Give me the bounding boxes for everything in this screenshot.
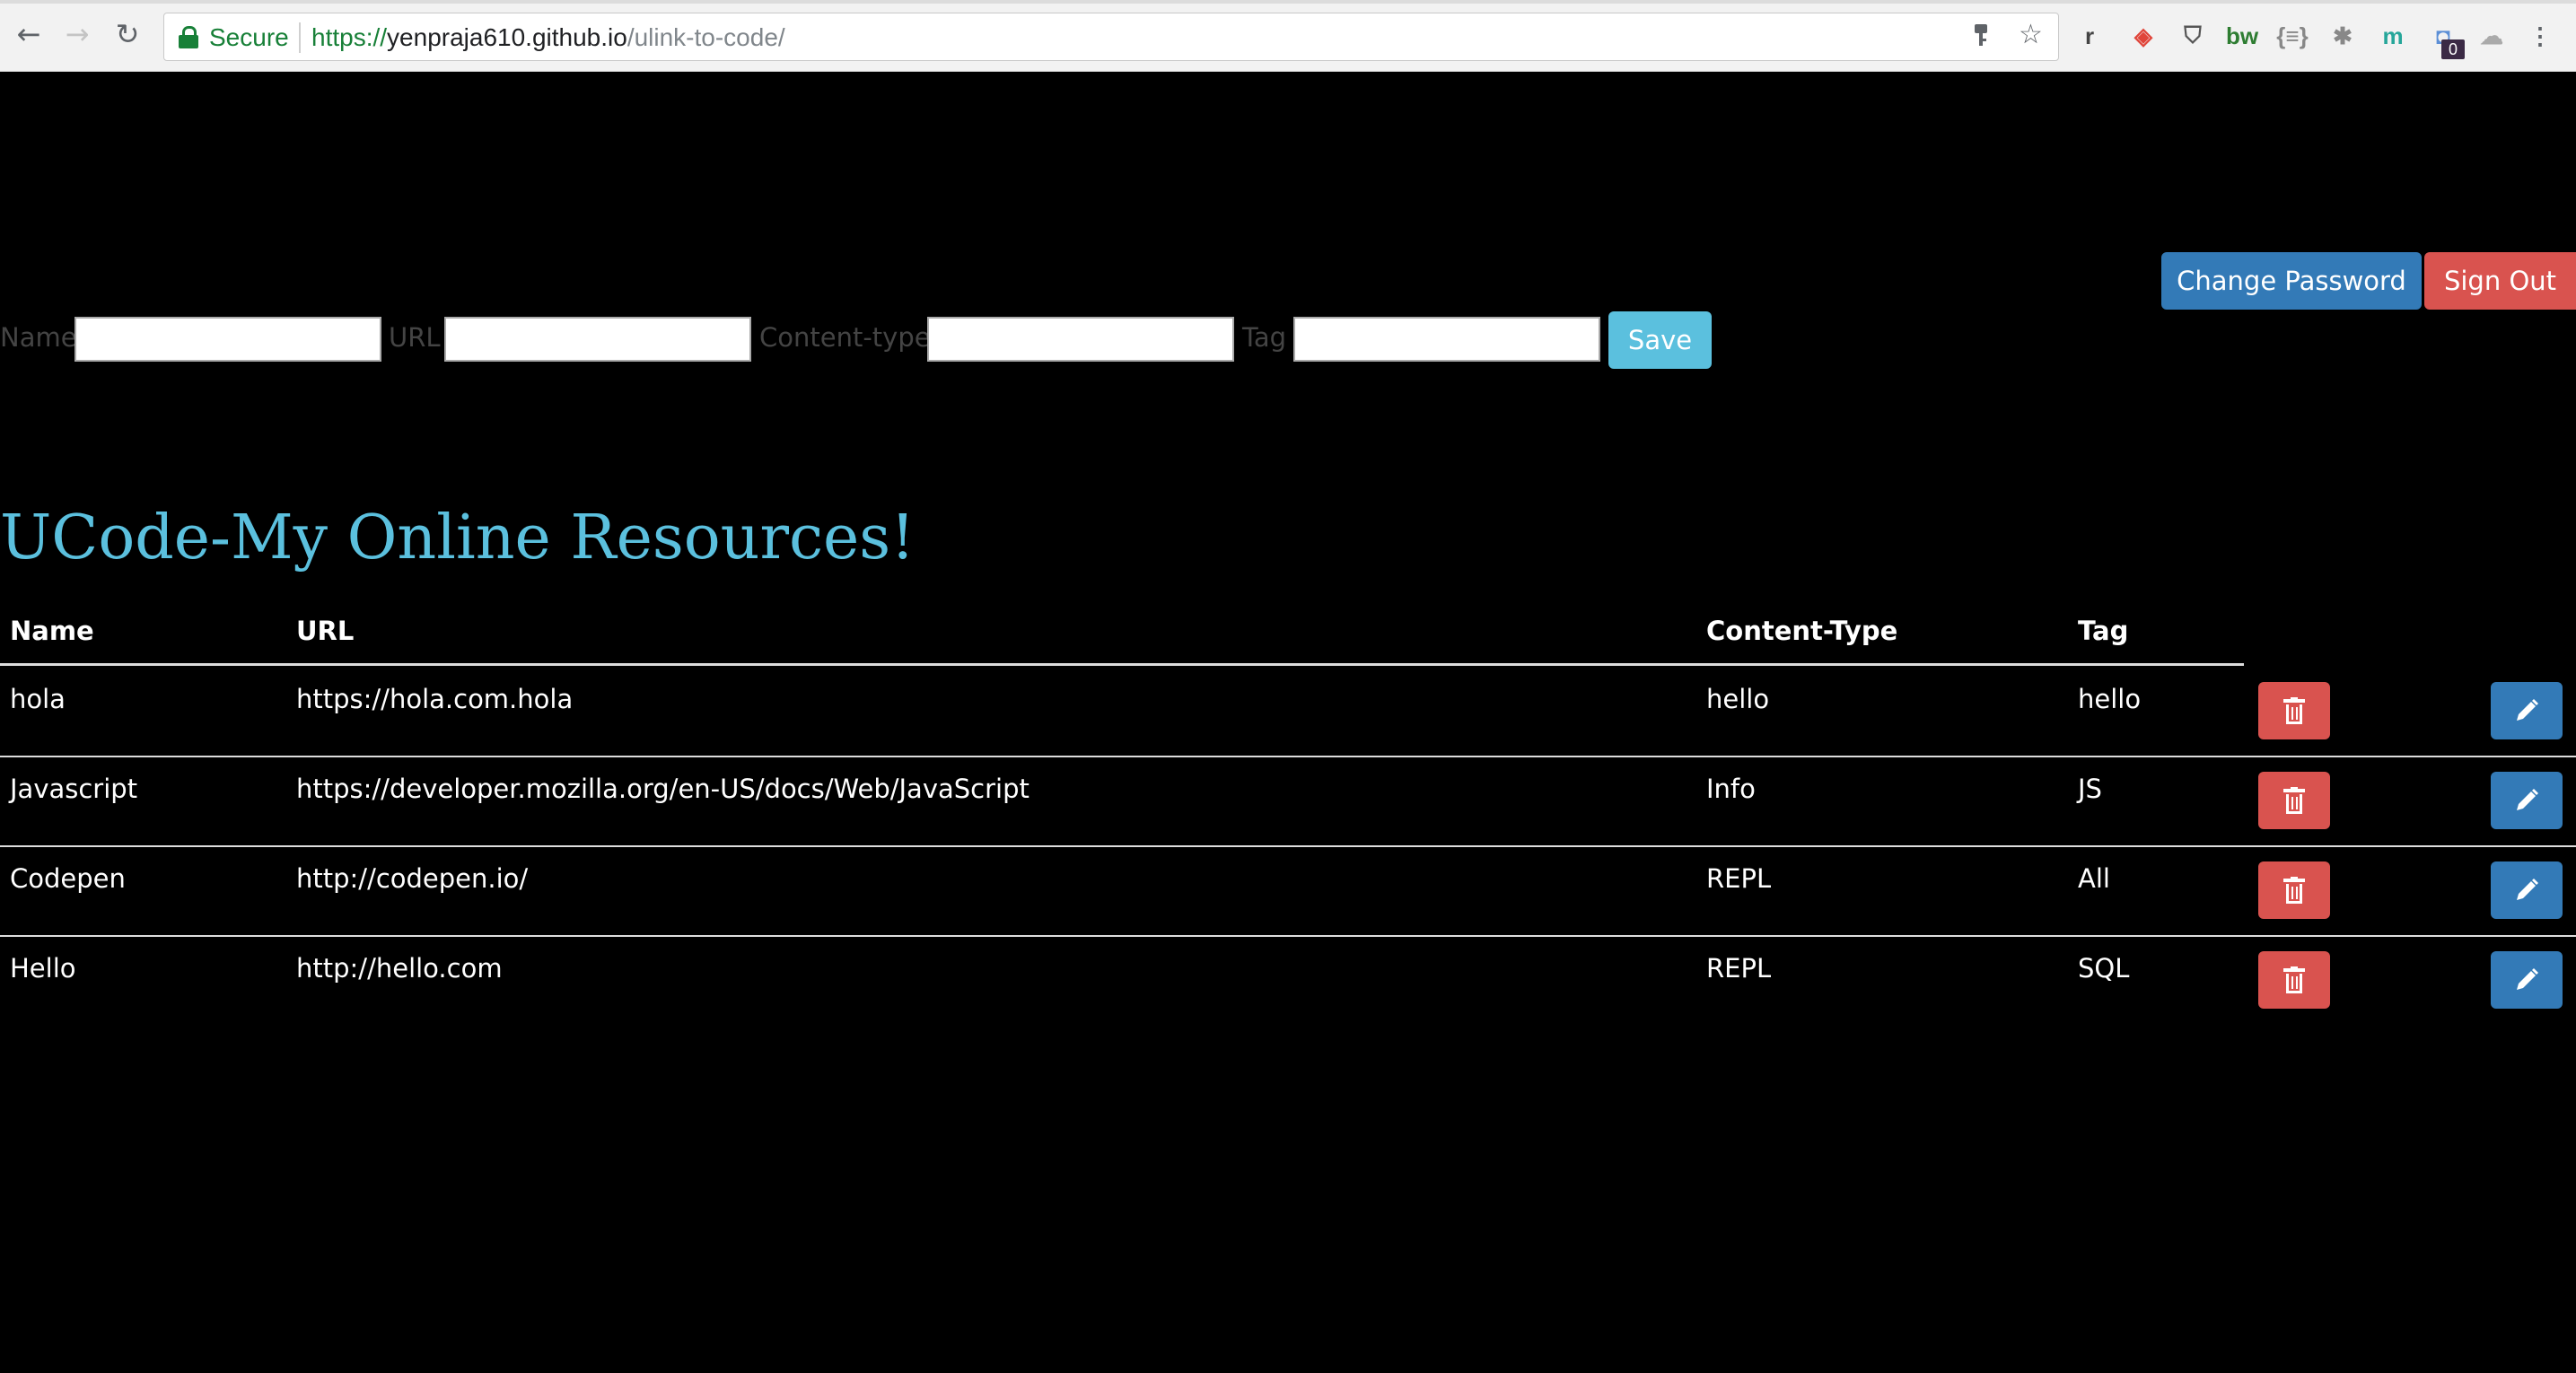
content-type-label: Content-type [759,322,931,353]
cell-tag: hello [2078,684,2142,714]
json-icon[interactable]: {≡} [2276,20,2309,52]
table-header-divider [0,663,2244,666]
tab-strip [0,0,2576,4]
cell-name: Javascript [10,774,138,804]
cell-url: http://hello.com [296,953,503,984]
content-type-input[interactable] [927,317,1234,362]
cell-content-type: REPL [1706,863,1772,894]
delete-button[interactable] [2258,951,2330,1009]
delete-button[interactable] [2258,682,2330,739]
cell-tag: JS [2078,774,2102,804]
save-button[interactable]: Save [1608,311,1712,369]
cell-url: http://codepen.io/ [296,863,529,894]
tag-label: Tag [1242,322,1287,353]
url-label: URL [389,322,441,353]
menu-icon[interactable]: ⋮ [2524,20,2556,52]
extension-badge: 0 [2441,39,2465,59]
pencil-icon [2517,879,2538,900]
bookmark-star-icon[interactable]: ☆ [2019,19,2043,50]
cell-content-type: REPL [1706,953,1772,984]
ghost-icon[interactable]: ☁ [2475,20,2508,52]
key-icon[interactable] [1972,22,1990,57]
security-label: Secure [209,23,289,51]
page-title: UCode-My Online Resources! [0,503,916,573]
edit-button[interactable] [2491,772,2563,829]
cell-tag: All [2078,863,2110,894]
url-host: yenpraja610.github.io [387,23,627,51]
edit-button[interactable] [2491,682,2563,739]
cell-name: Codepen [10,863,126,894]
cell-tag: SQL [2078,953,2130,984]
reload-button[interactable]: ↻ [110,16,145,52]
row-divider [0,845,2576,847]
pencil-icon [2517,789,2538,810]
trash-icon [2283,877,2305,904]
name-input[interactable] [74,317,381,362]
column-header-url: URL [296,616,355,646]
trash-icon [2283,787,2305,814]
shield-icon[interactable]: ◈ [2127,20,2160,52]
row-divider [0,935,2576,937]
forward-button[interactable]: → [59,16,95,52]
m-circle-icon[interactable]: m [2377,20,2409,52]
readability-icon[interactable]: r [2073,20,2106,52]
edit-button[interactable] [2491,951,2563,1009]
cell-name: Hello [10,953,76,984]
row-divider [0,756,2576,757]
url-scheme: https:// [311,23,388,51]
cell-name: hola [10,684,66,714]
url-divider [299,22,301,53]
trash-icon [2283,697,2305,724]
back-button[interactable]: ← [11,16,47,52]
bug-icon[interactable]: ✱ [2326,20,2359,52]
change-password-button[interactable]: Change Password [2161,252,2422,310]
pencil-icon [2517,968,2538,990]
sign-out-button[interactable]: Sign Out [2424,252,2576,310]
column-header-name: Name [10,616,94,646]
name-label: Name [0,322,77,353]
trash-icon [2283,966,2305,993]
edit-button[interactable] [2491,861,2563,919]
cell-content-type: Info [1706,774,1756,804]
url-text[interactable]: https://yenpraja610.github.io/ulink-to-c… [311,23,785,52]
cell-url: https://hola.com.hola [296,684,574,714]
pencil-icon [2517,699,2538,721]
bw-icon[interactable]: bw [2226,20,2258,52]
browser-toolbar: ← → ↻ Secure https://yenpraja610.github.… [0,0,2576,72]
address-bar[interactable]: Secure https://yenpraja610.github.io/uli… [163,13,2059,61]
pocket-icon[interactable]: ⛉ [2177,20,2209,52]
column-header-content-type: Content-Type [1706,616,1898,646]
delete-button[interactable] [2258,861,2330,919]
cell-url: https://developer.mozilla.org/en-US/docs… [296,774,1030,804]
delete-button[interactable] [2258,772,2330,829]
lock-icon [179,26,198,48]
cell-content-type: hello [1706,684,1770,714]
url-path: /ulink-to-code/ [626,23,785,51]
column-header-tag: Tag [2078,616,2129,646]
tag-input[interactable] [1293,317,1600,362]
url-input[interactable] [444,317,751,362]
